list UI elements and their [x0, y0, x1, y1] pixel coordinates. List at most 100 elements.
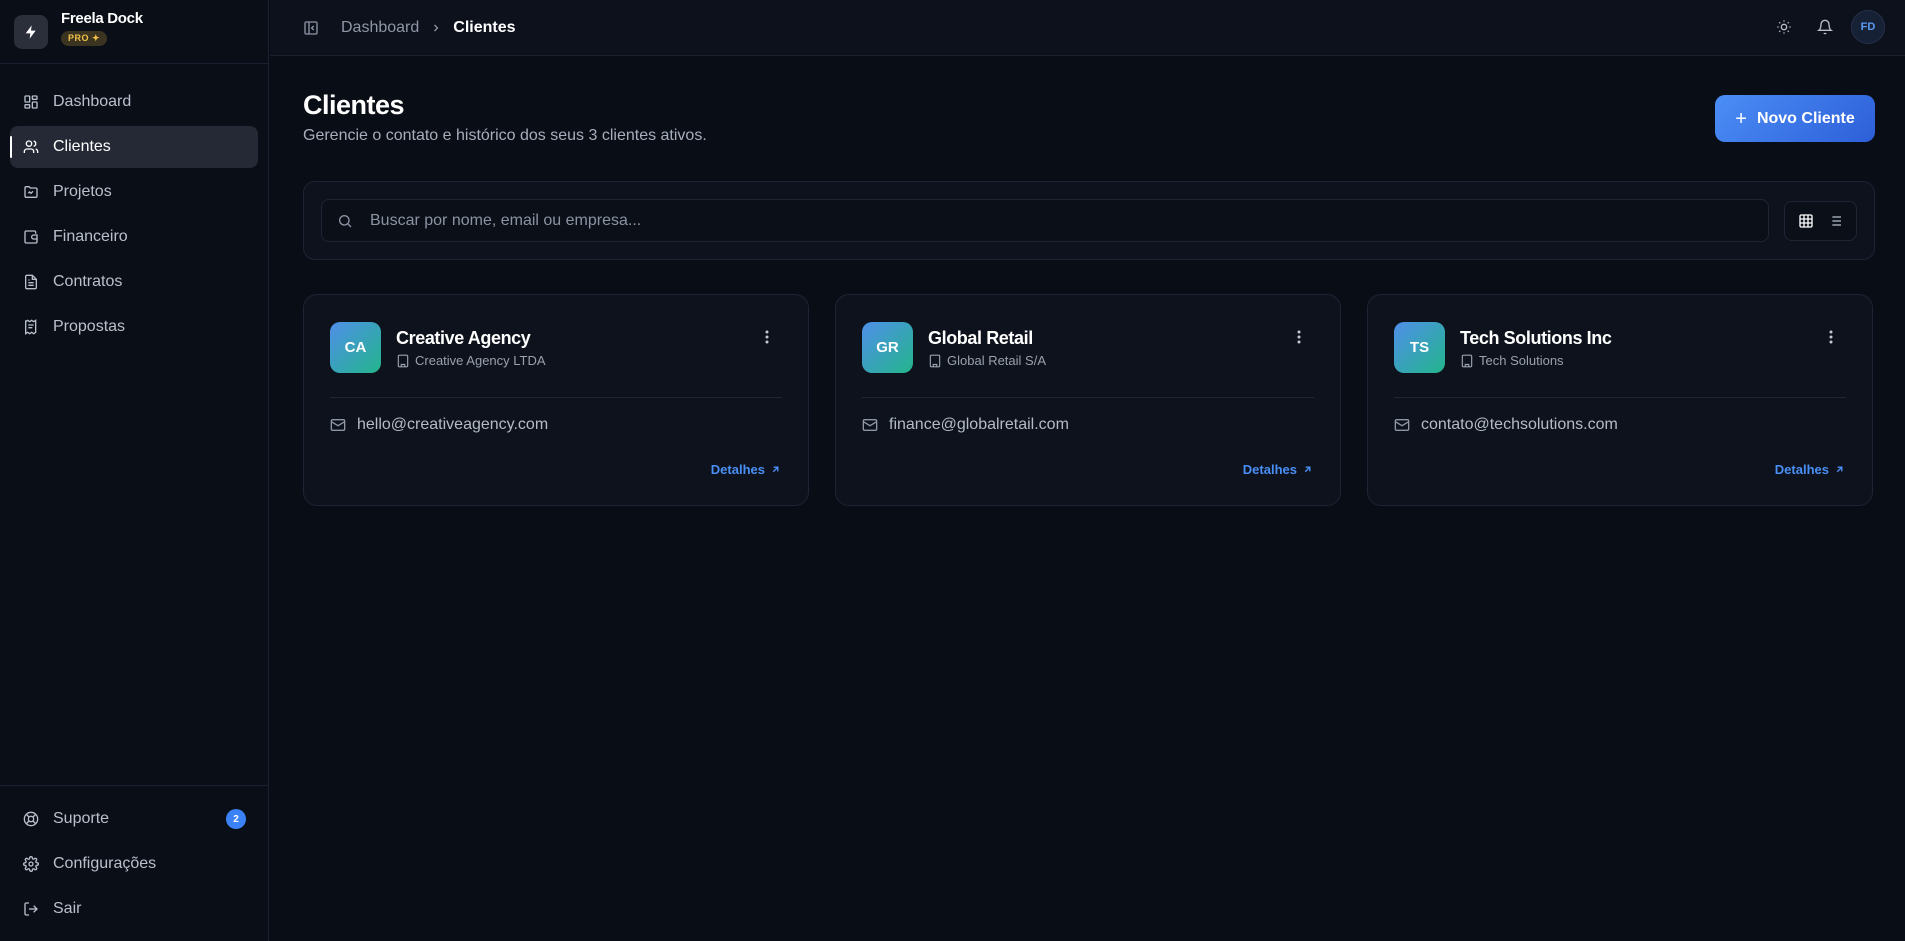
details-link[interactable]: Detalhes — [1243, 462, 1313, 477]
client-email: hello@creativeagency.com — [330, 416, 548, 434]
client-company-label: Creative Agency LTDA — [415, 353, 546, 368]
sidebar-item-configuracoes[interactable]: Configurações — [10, 843, 258, 885]
search-panel — [303, 181, 1875, 260]
sidebar-item-suporte[interactable]: Suporte 2 — [10, 798, 258, 840]
arrow-up-right-icon — [1834, 464, 1845, 475]
details-link[interactable]: Detalhes — [711, 462, 781, 477]
sidebar: Freela Dock PRO ✦ Dashboard Clientes Pro… — [0, 0, 269, 941]
client-name: Global Retail — [928, 328, 1033, 348]
notification-count-badge: 2 — [226, 809, 246, 829]
dashboard-icon — [23, 94, 39, 110]
card-divider — [862, 397, 1314, 398]
sidebar-item-label: Propostas — [53, 318, 126, 335]
page-subtitle: Gerencie o contato e histórico dos seus … — [303, 127, 707, 144]
sidebar-item-label: Financeiro — [53, 228, 128, 245]
gear-icon — [23, 856, 39, 872]
user-avatar[interactable]: FD — [1851, 10, 1885, 44]
bell-icon[interactable] — [1807, 9, 1843, 45]
lifebuoy-icon — [23, 811, 39, 827]
mail-icon — [1394, 417, 1410, 433]
app-name: Freela Dock — [61, 9, 143, 27]
sidebar-item-label: Suporte — [53, 810, 110, 827]
details-label: Detalhes — [710, 462, 765, 477]
details-link[interactable]: Detalhes — [1775, 462, 1845, 477]
sidebar-item-dashboard[interactable]: Dashboard — [10, 81, 258, 123]
sidebar-item-contratos[interactable]: Contratos — [10, 261, 258, 303]
client-email-label: finance@globalretail.com — [889, 416, 1069, 433]
users-icon — [23, 139, 39, 155]
sun-icon[interactable] — [1766, 9, 1802, 45]
client-company-label: Tech Solutions — [1479, 353, 1564, 368]
brand[interactable]: Freela Dock PRO ✦ — [0, 0, 268, 64]
new-client-button[interactable]: + Novo Cliente — [1715, 95, 1875, 142]
more-vertical-icon[interactable] — [760, 328, 774, 346]
details-label: Detalhes — [1242, 462, 1297, 477]
client-card[interactable]: CA Creative Agency Creative Agency LTDA … — [303, 294, 809, 506]
more-vertical-icon[interactable] — [1292, 328, 1306, 346]
breadcrumb-dashboard[interactable]: Dashboard — [341, 19, 419, 37]
folder-icon — [23, 184, 39, 200]
sidebar-item-label: Sair — [53, 900, 82, 917]
breadcrumb: Dashboard Clientes — [341, 19, 516, 37]
top-actions: FD — [1766, 9, 1885, 45]
sidebar-item-label: Dashboard — [53, 93, 132, 110]
sidebar-item-projetos[interactable]: Projetos — [10, 171, 258, 213]
client-email-label: hello@creativeagency.com — [357, 416, 549, 433]
pro-badge: PRO ✦ — [61, 30, 108, 46]
client-company-label: Global Retail S/A — [947, 353, 1046, 368]
sidebar-item-clientes[interactable]: Clientes — [10, 126, 258, 168]
client-avatar: GR — [862, 322, 913, 373]
chevron-right-icon — [430, 22, 442, 34]
card-divider — [330, 397, 782, 398]
sidebar-item-sair[interactable]: Sair — [10, 888, 258, 930]
wallet-icon — [23, 229, 39, 245]
sidebar-item-label: Contratos — [53, 273, 123, 290]
details-label: Detalhes — [1774, 462, 1829, 477]
more-vertical-icon[interactable] — [1824, 328, 1838, 346]
sidebar-toggle-icon[interactable] — [303, 20, 319, 36]
sidebar-item-financeiro[interactable]: Financeiro — [10, 216, 258, 258]
arrow-up-right-icon — [770, 464, 781, 475]
client-company: Tech Solutions — [1460, 353, 1564, 368]
building-icon — [928, 354, 942, 368]
list-view-icon[interactable] — [1821, 207, 1849, 235]
topbar: Dashboard Clientes FD — [270, 0, 1905, 56]
receipt-icon — [23, 319, 39, 335]
client-email-label: contato@techsolutions.com — [1421, 416, 1618, 433]
client-name: Tech Solutions Inc — [1460, 328, 1612, 348]
client-name: Creative Agency — [396, 328, 531, 348]
search-input[interactable] — [370, 211, 1768, 230]
sidebar-item-label: Configurações — [53, 855, 157, 872]
search-icon — [337, 213, 353, 229]
card-divider — [1394, 397, 1846, 398]
new-client-label: Novo Cliente — [1756, 109, 1855, 127]
page-title: Clientes — [303, 90, 405, 120]
client-avatar: CA — [330, 322, 381, 373]
logout-icon — [23, 901, 39, 917]
grid-view-icon[interactable] — [1792, 207, 1820, 235]
client-company: Creative Agency LTDA — [396, 353, 546, 368]
sidebar-item-label: Clientes — [53, 138, 111, 155]
plus-icon: + — [1735, 107, 1747, 130]
building-icon — [1460, 354, 1474, 368]
breadcrumb-current: Clientes — [453, 18, 516, 36]
arrow-up-right-icon — [1302, 464, 1313, 475]
client-email: contato@techsolutions.com — [1394, 416, 1618, 434]
sidebar-item-propostas[interactable]: Propostas — [10, 306, 258, 348]
search-box[interactable] — [321, 199, 1769, 242]
sidebar-item-label: Projetos — [53, 183, 112, 200]
building-icon — [396, 354, 410, 368]
client-card[interactable]: TS Tech Solutions Inc Tech Solutions con… — [1367, 294, 1873, 506]
lightning-icon — [14, 14, 48, 49]
client-email: finance@globalretail.com — [862, 416, 1069, 434]
client-card[interactable]: GR Global Retail Global Retail S/A finan… — [835, 294, 1341, 506]
client-cards: CA Creative Agency Creative Agency LTDA … — [303, 294, 1873, 506]
mail-icon — [330, 417, 346, 433]
view-toggle — [1784, 201, 1857, 241]
client-company: Global Retail S/A — [928, 353, 1046, 368]
file-text-icon — [23, 274, 39, 290]
main-nav: Dashboard Clientes Projetos Financeiro C… — [0, 81, 268, 348]
mail-icon — [862, 417, 878, 433]
client-avatar: TS — [1394, 322, 1445, 373]
sidebar-footer: Suporte 2 Configurações Sair — [0, 785, 268, 941]
